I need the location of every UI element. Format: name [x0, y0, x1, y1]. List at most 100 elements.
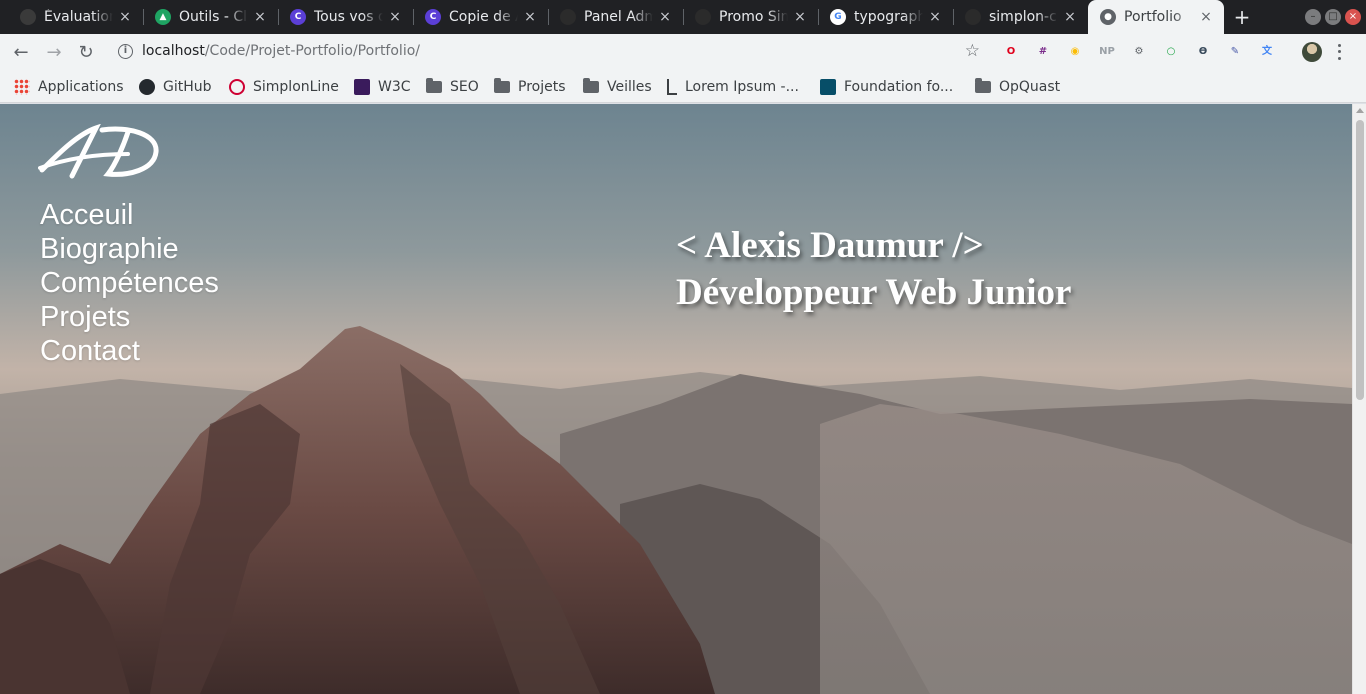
tab-close-icon[interactable]: ×: [657, 9, 673, 25]
canva-icon: C: [425, 9, 441, 25]
google-drive-icon: ▲: [155, 9, 171, 25]
menu-kebab-icon[interactable]: [1337, 42, 1341, 62]
scrollbar-thumb[interactable]: [1356, 120, 1364, 400]
tab-close-icon[interactable]: ×: [792, 9, 808, 25]
browser-toolbar: ← → ↻ i localhost/Code/Projet-Portfolio/…: [0, 34, 1366, 71]
bookmark-label: Foundation fo...: [844, 79, 954, 95]
settings-ext-icon[interactable]: ⚙: [1129, 42, 1149, 62]
forward-button[interactable]: →: [41, 40, 67, 66]
maximize-window-icon[interactable]: □: [1325, 9, 1341, 25]
bookmark-item[interactable]: SimplonLine: [229, 76, 339, 98]
eyedropper-icon[interactable]: ✎: [1225, 42, 1245, 62]
address-bar[interactable]: i localhost/Code/Projet-Portfolio/Portfo…: [108, 37, 992, 67]
tab-title: Outils - Cle: [179, 9, 248, 25]
page-scrollbar[interactable]: [1352, 104, 1366, 694]
browser-tab[interactable]: Évaluation ×: [8, 0, 143, 34]
bookmark-item[interactable]: Veilles: [583, 76, 652, 98]
translate-icon[interactable]: 文: [1257, 42, 1277, 62]
folder-icon: [975, 78, 991, 93]
bookmark-label: OpQuast: [999, 79, 1061, 95]
browser-tab[interactable]: C Copie de A ×: [413, 0, 548, 34]
globe-icon: ●: [1100, 9, 1116, 25]
tab-close-icon[interactable]: ×: [1198, 9, 1214, 25]
bookmark-item[interactable]: W3C: [354, 76, 411, 98]
url-text[interactable]: localhost/Code/Projet-Portfolio/Portfoli…: [142, 43, 420, 59]
tab-close-icon[interactable]: ×: [117, 9, 133, 25]
github-icon: [560, 9, 576, 25]
bookmark-star-icon[interactable]: ☆: [965, 41, 980, 61]
tab-close-icon[interactable]: ×: [252, 9, 268, 25]
nav-link-competences[interactable]: Compétences: [40, 266, 219, 300]
url-path: /Code/Projet-Portfolio/Portfolio/: [204, 43, 420, 59]
bookmark-item[interactable]: Foundation fo...: [820, 76, 953, 98]
tab-close-icon[interactable]: ×: [387, 9, 403, 25]
bookmark-item[interactable]: Applications: [14, 76, 124, 98]
tab-close-icon[interactable]: ×: [927, 9, 943, 25]
bookmark-item[interactable]: OpQuast: [975, 76, 1060, 98]
bookmark-item[interactable]: Lorem Ipsum -...: [667, 76, 799, 98]
tab-title: simplon-cl: [989, 9, 1058, 25]
dark-circle-icon: [20, 9, 36, 25]
tab-strip: Évaluation×▲Outils - Cle×CTous vos d×CCo…: [0, 0, 1366, 34]
hero-name: < Alexis Daumur />: [676, 225, 984, 266]
simplon-icon: [229, 79, 245, 95]
tab-title: Évaluation: [44, 9, 113, 25]
nav-link-biographie[interactable]: Biographie: [40, 232, 219, 266]
nav-link-projets[interactable]: Projets: [40, 300, 219, 334]
back-button[interactable]: ←: [8, 40, 34, 66]
github-icon: [965, 9, 981, 25]
folder-icon: [583, 78, 599, 93]
folder-icon: [494, 78, 510, 93]
google-icon: G: [830, 9, 846, 25]
bookmark-label: W3C: [378, 79, 411, 95]
bookmarks-bar: Applications GitHub SimplonLine W3C SEO Proje…: [0, 71, 1366, 103]
tab-close-icon[interactable]: ×: [1062, 9, 1078, 25]
minimize-window-icon[interactable]: –: [1305, 9, 1321, 25]
ublock-icon[interactable]: Ѳ: [1193, 42, 1213, 62]
np-icon[interactable]: NP: [1097, 42, 1117, 62]
bookmark-label: Projets: [518, 79, 566, 95]
browser-tab[interactable]: simplon-cl ×: [953, 0, 1088, 34]
close-window-icon[interactable]: ×: [1345, 9, 1361, 25]
green-circle-icon[interactable]: ○: [1161, 42, 1181, 62]
browser-tab[interactable]: ● Portfolio ×: [1088, 0, 1224, 34]
github-icon: [695, 9, 711, 25]
site-info-icon[interactable]: i: [118, 44, 133, 59]
apps-grid-icon: [14, 79, 30, 95]
grid-tool-icon[interactable]: #: [1033, 42, 1053, 62]
browser-tab[interactable]: Panel Adm ×: [548, 0, 683, 34]
lorem-icon: [667, 79, 677, 95]
scroll-up-arrow-icon[interactable]: [1356, 108, 1364, 113]
browser-tab[interactable]: Gtypograph ×: [818, 0, 953, 34]
folder-icon: [426, 78, 442, 93]
browser-tab[interactable]: C Tous vos d ×: [278, 0, 413, 34]
bookmark-item[interactable]: GitHub: [139, 76, 212, 98]
bookmark-item[interactable]: SEO: [426, 76, 479, 98]
tab-close-icon[interactable]: ×: [522, 9, 538, 25]
nav-link-contact[interactable]: Contact: [40, 334, 219, 368]
browser-tab[interactable]: Promo Sim ×: [683, 0, 818, 34]
bookmark-item[interactable]: Projets: [494, 76, 566, 98]
chrome-color-icon[interactable]: ◉: [1065, 42, 1085, 62]
tab-title: Promo Sim: [719, 9, 788, 25]
hero-heading: < Alexis Daumur /> Développeur Web Junio…: [676, 222, 1071, 316]
reload-button[interactable]: ↻: [73, 40, 99, 66]
bookmark-label: SimplonLine: [253, 79, 339, 95]
tab-title: Panel Adm: [584, 9, 653, 25]
opera-adblock-icon[interactable]: O: [1001, 42, 1021, 62]
hero-job-title: Développeur Web Junior: [676, 272, 1072, 313]
bookmark-label: SEO: [450, 79, 479, 95]
profile-avatar[interactable]: [1302, 42, 1322, 62]
canva-icon: C: [290, 9, 306, 25]
nav-link-acceuil[interactable]: Acceuil: [40, 198, 219, 232]
ad-logo[interactable]: [38, 124, 162, 180]
browser-tab[interactable]: ▲ Outils - Cle×: [143, 0, 278, 34]
new-tab-button[interactable]: +: [1230, 5, 1254, 29]
page-viewport: Acceuil Biographie Compétences Projets C…: [0, 104, 1352, 694]
main-navigation: Acceuil Biographie Compétences Projets C…: [40, 198, 219, 368]
w3c-icon: [354, 79, 370, 95]
bookmark-label: GitHub: [163, 79, 212, 95]
tab-title: Copie de A: [449, 9, 518, 25]
bookmark-label: Applications: [38, 79, 124, 95]
url-host: localhost: [142, 43, 205, 59]
